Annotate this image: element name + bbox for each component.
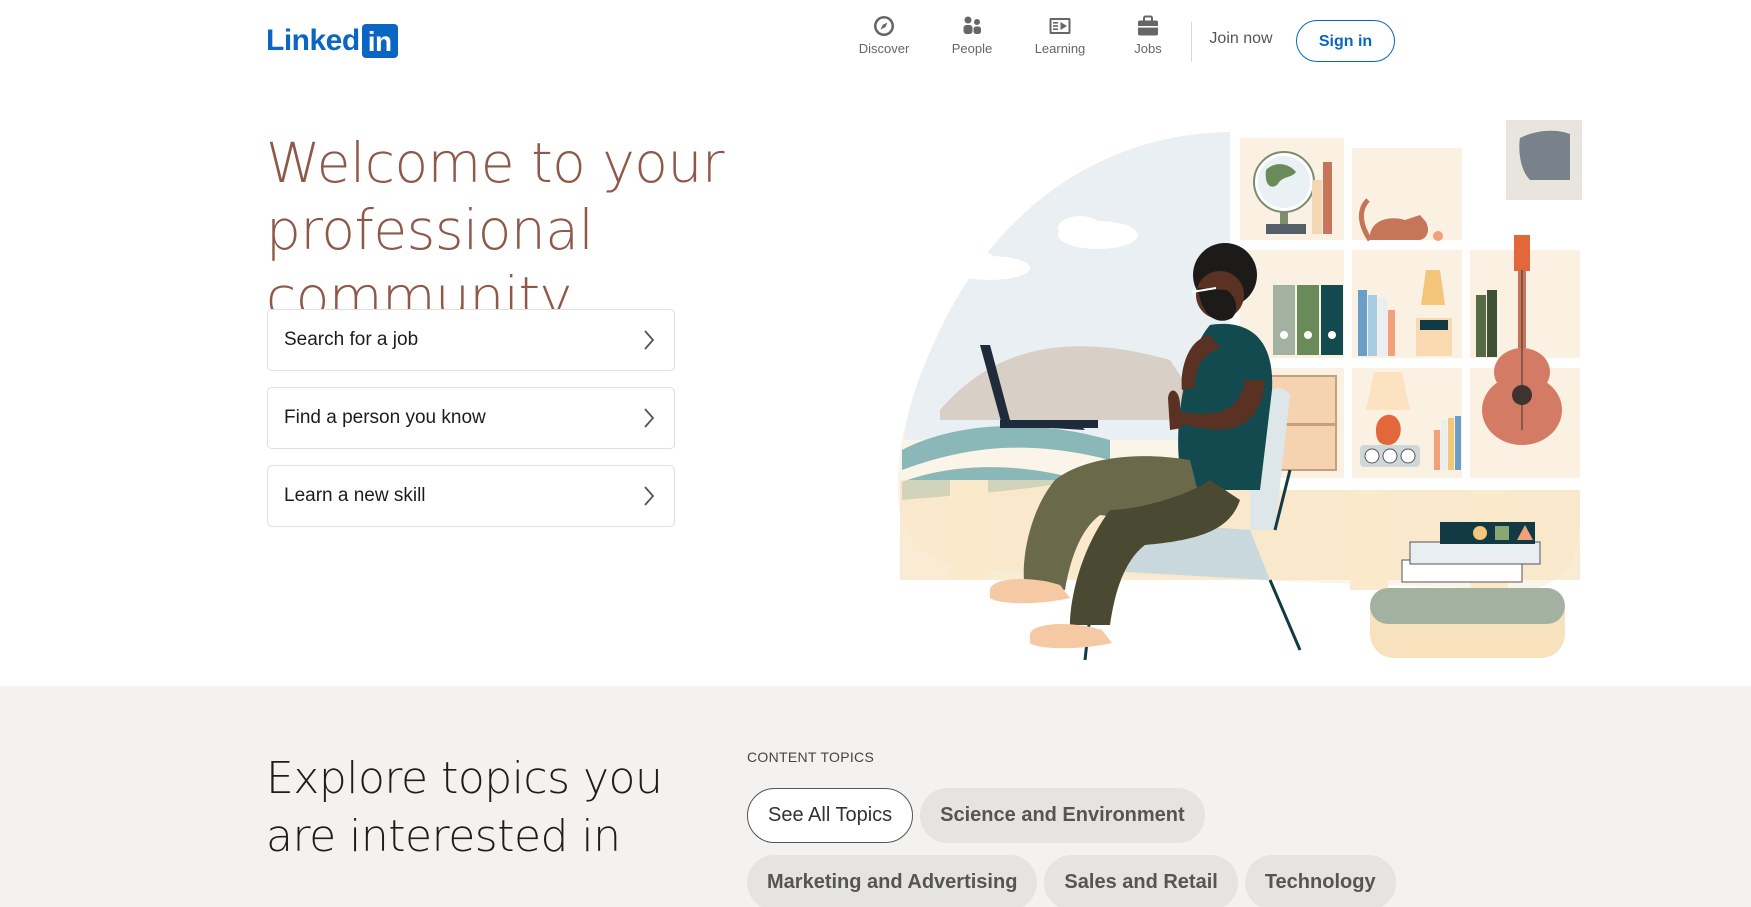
topic-pill[interactable]: Marketing and Advertising: [747, 855, 1038, 907]
chevron-right-icon: [644, 486, 655, 506]
briefcase-icon: [1138, 15, 1158, 36]
nav-label-jobs: Jobs: [1134, 41, 1162, 56]
pill-row-1: See All Topics Science and Environment: [747, 788, 1447, 843]
learning-icon: [1049, 18, 1071, 34]
topic-pill[interactable]: Sales and Retail: [1044, 855, 1238, 907]
nav-label-discover: Discover: [858, 41, 910, 56]
nav-item-discover[interactable]: Discover: [840, 14, 928, 56]
find-person-card[interactable]: Find a person you know: [267, 387, 675, 449]
nav-label-people: People: [951, 41, 993, 56]
topic-pill[interactable]: Technology: [1244, 855, 1396, 907]
topic-pills: See All Topics Science and Environment M…: [747, 788, 1447, 907]
nav-label-learning: Learning: [1034, 41, 1086, 56]
action-label: Search for a job: [284, 329, 419, 350]
hero-title-line-1: Welcome to your: [266, 131, 724, 195]
linkedin-logo[interactable]: Linked in: [266, 24, 398, 58]
logo-text: Linked: [266, 24, 360, 57]
topics-section: Explore topics you are interested in CON…: [0, 686, 1751, 907]
topics-title: Explore topics you are interested in: [266, 750, 706, 866]
search-job-card[interactable]: Search for a job: [267, 309, 675, 371]
hero-action-list: Search for a job Find a person you know …: [267, 309, 675, 543]
nav-item-people[interactable]: People: [928, 14, 1016, 56]
logo-box: in: [361, 24, 398, 58]
nav-item-jobs[interactable]: Jobs: [1104, 14, 1192, 56]
topics-title-line-2: are interested in: [266, 811, 621, 862]
chevron-right-icon: [644, 408, 655, 428]
join-now-link[interactable]: Join now: [1202, 30, 1280, 48]
content-topics-label: CONTENT TOPICS: [747, 749, 875, 765]
chevron-right-icon: [644, 330, 655, 350]
action-label: Find a person you know: [284, 407, 486, 428]
topic-pill[interactable]: Science and Environment: [920, 788, 1205, 843]
sign-in-button[interactable]: Sign in: [1296, 20, 1395, 62]
topics-title-line-1: Explore topics you: [266, 753, 663, 804]
pill-row-2: Marketing and Advertising Sales and Reta…: [747, 855, 1447, 907]
action-label: Learn a new skill: [284, 485, 426, 506]
people-icon: [963, 16, 981, 34]
hero-title: Welcome to your professional community: [266, 130, 866, 331]
hero-illustration: [897, 120, 1585, 661]
learn-skill-card[interactable]: Learn a new skill: [267, 465, 675, 527]
nav-items: Discover People Learning Jobs: [840, 14, 1192, 56]
see-all-topics-pill[interactable]: See All Topics: [747, 788, 914, 843]
nav-divider: [1191, 22, 1192, 62]
top-nav: Linked in Discover People Learning Jobs …: [0, 0, 1751, 84]
nav-item-learning[interactable]: Learning: [1016, 14, 1104, 56]
compass-icon: [874, 16, 894, 36]
